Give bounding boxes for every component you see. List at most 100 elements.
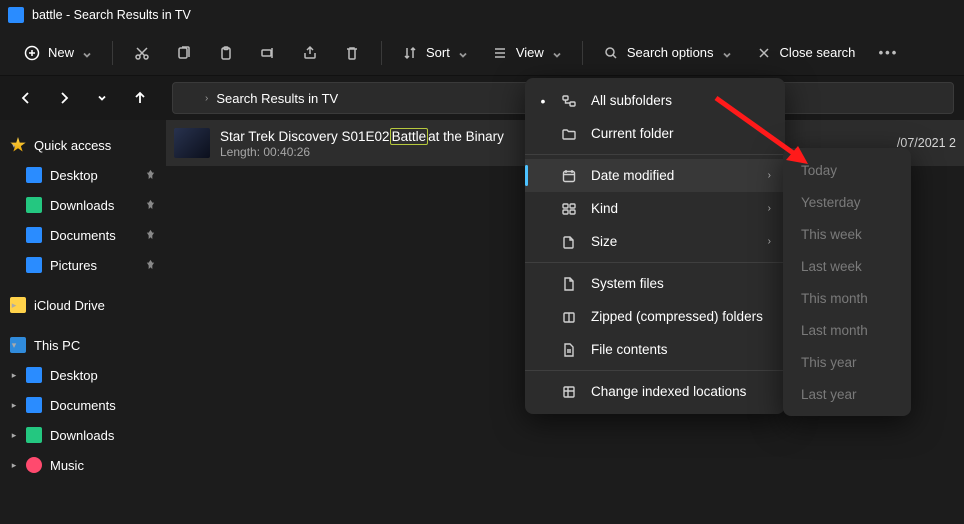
chevron-right-icon: ▸ — [8, 400, 20, 411]
menu-this-month[interactable]: This month — [783, 282, 911, 314]
sidebar-pictures[interactable]: Pictures — [4, 250, 162, 280]
menu-today[interactable]: Today — [783, 154, 911, 186]
menu-label: This year — [801, 355, 893, 370]
file-icon — [561, 276, 577, 292]
rename-button[interactable] — [249, 36, 287, 70]
navbar: › Search Results in TV — [0, 76, 964, 120]
menu-label: Size — [591, 234, 754, 249]
back-button[interactable] — [10, 82, 42, 114]
sidebar-quick-access[interactable]: ▾ Quick access — [4, 130, 162, 160]
search-settings-icon — [603, 45, 619, 61]
result-text: Star Trek Discovery S01E02 Battle at the… — [220, 128, 504, 159]
menu-last-month[interactable]: Last month — [783, 314, 911, 346]
menu-separator — [525, 370, 785, 371]
view-label: View — [516, 45, 544, 60]
menu-change-indexed[interactable]: Change indexed locations — [525, 375, 785, 408]
chevron-right-icon: ▸ — [8, 460, 20, 471]
menu-last-year[interactable]: Last year — [783, 378, 911, 410]
menu-this-week[interactable]: This week — [783, 218, 911, 250]
share-button[interactable] — [291, 36, 329, 70]
menu-all-subfolders[interactable]: • All subfolders — [525, 84, 785, 117]
sidebar-downloads[interactable]: Downloads — [4, 190, 162, 220]
menu-label: Yesterday — [801, 195, 893, 210]
plus-icon — [24, 45, 40, 61]
document-icon — [26, 227, 42, 243]
share-icon — [302, 45, 318, 61]
menu-separator — [525, 154, 785, 155]
sidebar-pc-documents[interactable]: ▸ Documents — [4, 390, 162, 420]
new-button[interactable]: New — [14, 36, 102, 70]
index-icon — [561, 384, 577, 400]
sidebar-icloud[interactable]: ▸ iCloud Drive — [4, 290, 162, 320]
sidebar-pc-desktop[interactable]: ▸ Desktop — [4, 360, 162, 390]
desktop-icon — [26, 367, 42, 383]
paste-button[interactable] — [207, 36, 245, 70]
menu-this-year[interactable]: This year — [783, 346, 911, 378]
menu-file-contents[interactable]: File contents — [525, 333, 785, 366]
menu-size[interactable]: Size › — [525, 225, 785, 258]
copy-icon — [176, 45, 192, 61]
download-icon — [26, 197, 42, 213]
menu-date-modified[interactable]: Date modified › — [525, 159, 785, 192]
chevron-down-icon — [82, 48, 92, 58]
date-modified-submenu: Today Yesterday This week Last week This… — [783, 148, 911, 416]
sidebar-pc-downloads[interactable]: ▸ Downloads — [4, 420, 162, 450]
search-highlight: Battle — [390, 128, 429, 145]
menu-current-folder[interactable]: Current folder — [525, 117, 785, 150]
zip-icon — [561, 309, 577, 325]
recent-button[interactable] — [86, 82, 118, 114]
view-button[interactable]: View — [482, 36, 572, 70]
chevron-down-icon — [722, 48, 732, 58]
sidebar-label: Quick access — [34, 138, 111, 153]
result-title: Star Trek Discovery S01E02 Battle at the… — [220, 128, 504, 145]
menu-label: Last week — [801, 259, 893, 274]
chevron-right-icon: › — [768, 203, 771, 214]
app-icon — [8, 7, 24, 23]
divider — [112, 41, 113, 65]
titlebar: battle - Search Results in TV — [0, 0, 964, 30]
menu-label: Last month — [801, 323, 893, 338]
search-options-button[interactable]: Search options — [593, 36, 742, 70]
pin-icon — [145, 168, 156, 183]
menu-yesterday[interactable]: Yesterday — [783, 186, 911, 218]
delete-button[interactable] — [333, 36, 371, 70]
menu-system-files[interactable]: System files — [525, 267, 785, 300]
sidebar-label: Desktop — [50, 168, 98, 183]
menu-label: File contents — [591, 342, 771, 357]
sidebar-label: Downloads — [50, 198, 114, 213]
menu-label: All subfolders — [591, 93, 771, 108]
pin-icon — [145, 198, 156, 213]
menu-last-week[interactable]: Last week — [783, 250, 911, 282]
chevron-down-icon: ▾ — [8, 340, 20, 351]
sort-icon — [402, 45, 418, 61]
sidebar-pc-music[interactable]: ▸ Music — [4, 450, 162, 480]
title-pre: Star Trek Discovery S01E02 — [220, 129, 390, 144]
new-label: New — [48, 45, 74, 60]
sidebar-label: Desktop — [50, 368, 98, 383]
result-subtitle: Length: 00:40:26 — [220, 145, 504, 159]
sidebar-label: iCloud Drive — [34, 298, 105, 313]
copy-button[interactable] — [165, 36, 203, 70]
sort-button[interactable]: Sort — [392, 36, 478, 70]
up-button[interactable] — [124, 82, 156, 114]
sidebar-label: Music — [50, 458, 84, 473]
sidebar-label: Downloads — [50, 428, 114, 443]
sidebar-label: Documents — [50, 398, 116, 413]
contents-icon — [561, 342, 577, 358]
menu-label: This month — [801, 291, 893, 306]
sidebar-documents[interactable]: Documents — [4, 220, 162, 250]
cut-button[interactable] — [123, 36, 161, 70]
sidebar-desktop[interactable]: Desktop — [4, 160, 162, 190]
divider — [582, 41, 583, 65]
more-button[interactable]: ••• — [869, 36, 907, 70]
chevron-right-icon: ▸ — [8, 430, 20, 441]
close-search-button[interactable]: Close search — [746, 36, 866, 70]
chevron-right-icon: › — [768, 170, 771, 181]
sidebar-this-pc[interactable]: ▾ This PC — [4, 330, 162, 360]
sidebar-label: Pictures — [50, 258, 97, 273]
menu-kind[interactable]: Kind › — [525, 192, 785, 225]
forward-button[interactable] — [48, 82, 80, 114]
menu-zipped-folders[interactable]: Zipped (compressed) folders — [525, 300, 785, 333]
sidebar-label: Documents — [50, 228, 116, 243]
menu-label: Today — [801, 163, 893, 178]
